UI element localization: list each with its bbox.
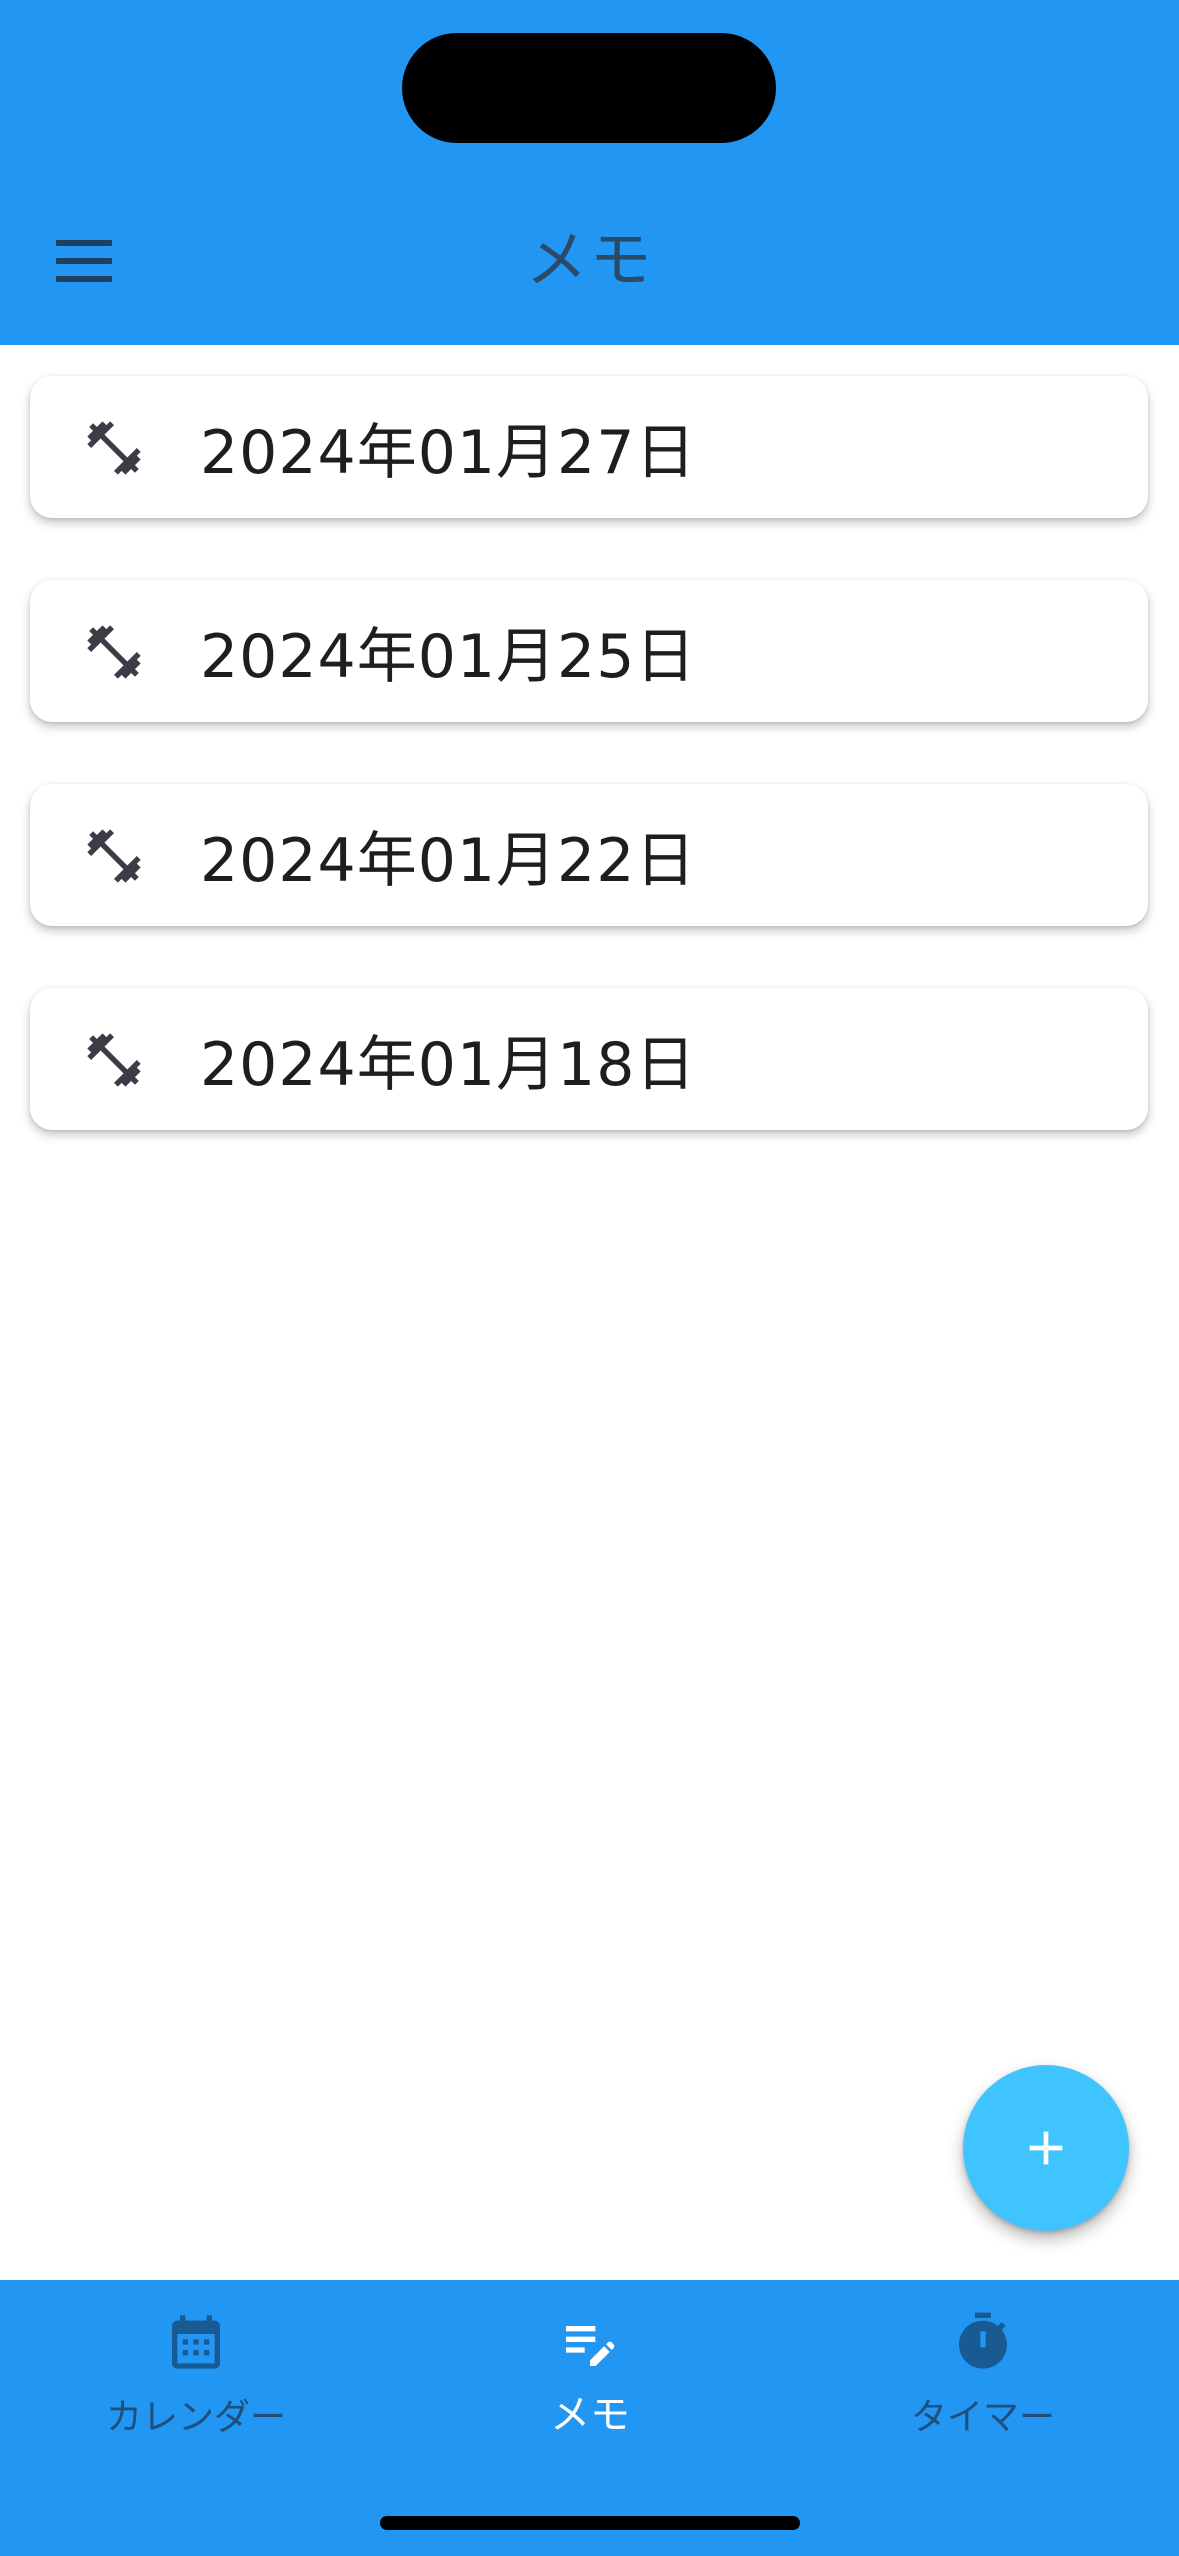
nav-label-memo: メモ xyxy=(550,2392,630,2438)
fitness-dumbbell-icon xyxy=(87,421,141,475)
memo-item[interactable]: 2024年01月18日 xyxy=(30,988,1148,1130)
stopwatch-icon xyxy=(959,2312,1007,2369)
fitness-dumbbell-icon xyxy=(87,625,141,679)
memo-date: 2024年01月27日 xyxy=(200,417,697,488)
memo-item[interactable]: 2024年01月22日 xyxy=(30,784,1148,926)
home-indicator xyxy=(380,2516,800,2530)
fitness-dumbbell-icon xyxy=(87,1033,141,1087)
nav-label-calendar: カレンダー xyxy=(105,2397,286,2438)
memo-item[interactable]: 2024年01月25日 xyxy=(30,580,1148,722)
nav-label-timer: タイマー xyxy=(910,2397,1055,2438)
memo-item[interactable]: 2024年01月27日 xyxy=(30,376,1148,518)
dynamic-island xyxy=(402,33,776,143)
memo-date: 2024年01月18日 xyxy=(200,1029,697,1100)
bottom-navigation: カレンダー メモ タイマー xyxy=(0,2280,1179,2556)
add-memo-button[interactable] xyxy=(963,2065,1129,2231)
nav-item-memo[interactable]: メモ xyxy=(440,2304,740,2454)
nav-item-timer[interactable]: タイマー xyxy=(833,2304,1133,2454)
memo-date: 2024年01月22日 xyxy=(200,825,697,896)
plus-icon xyxy=(1029,2131,1063,2165)
app-bar: メモ xyxy=(0,0,1179,345)
memo-date: 2024年01月25日 xyxy=(200,621,697,692)
nav-item-calendar[interactable]: カレンダー xyxy=(46,2304,346,2454)
calendar-icon xyxy=(172,2315,220,2369)
edit-note-icon xyxy=(566,2326,615,2366)
page-title: メモ xyxy=(525,223,654,296)
fitness-dumbbell-icon xyxy=(87,829,141,883)
